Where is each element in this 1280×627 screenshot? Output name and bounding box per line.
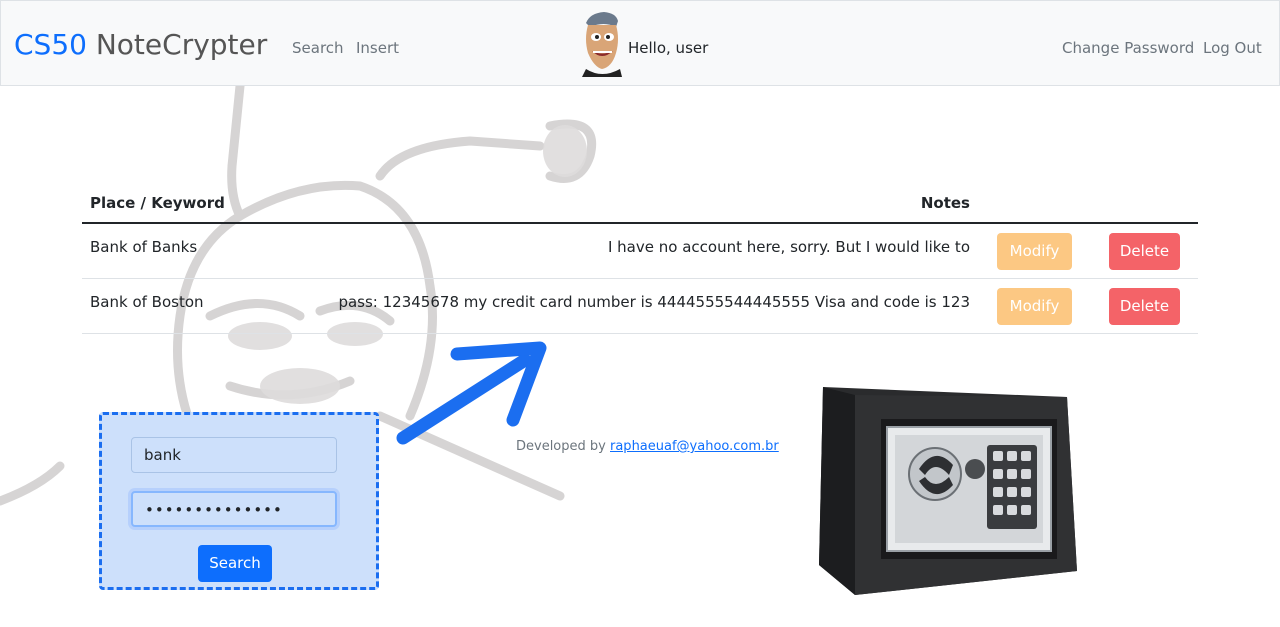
arrow-up-right-icon (396, 341, 547, 445)
modify-button[interactable]: Modify (997, 233, 1072, 270)
logout-link[interactable]: Log Out (1203, 38, 1262, 58)
cell-notes: pass: 12345678 my credit card number is … (338, 293, 970, 311)
cell-place: Bank of Boston (90, 293, 204, 311)
user-greeting: Hello, user (628, 39, 709, 57)
cell-notes: I have no account here, sorry. But I wou… (607, 238, 970, 256)
modify-button[interactable]: Modify (997, 288, 1072, 325)
navbar: CS50 NoteCrypter Search Insert Hello, us… (0, 0, 1280, 86)
password-input[interactable]: •••••••••••••• (131, 491, 337, 527)
brand-name: NoteCrypter (95, 28, 268, 61)
delete-button[interactable]: Delete (1109, 288, 1180, 325)
table-row: Bank of Banks I have no account here, so… (82, 224, 1198, 279)
notes-table: Place / Keyword Notes Bank of Banks I ha… (82, 186, 1198, 334)
nav-insert-link[interactable]: Insert (356, 38, 399, 58)
header-place: Place / Keyword (90, 194, 225, 212)
footer: Developed by raphaeuaf@yahoo.com.br (516, 438, 779, 456)
search-panel: bank •••••••••••••• Search (99, 412, 379, 590)
table-row: Bank of Boston pass: 12345678 my credit … (82, 279, 1198, 334)
search-button[interactable]: Search (198, 545, 272, 582)
change-password-link[interactable]: Change Password (1062, 38, 1194, 58)
delete-button[interactable]: Delete (1109, 233, 1180, 270)
brand-logo[interactable]: CS50 NoteCrypter (14, 27, 267, 63)
brand-cs50: CS50 (14, 28, 87, 61)
nav-search-link[interactable]: Search (292, 38, 344, 58)
safe-illustration (819, 387, 1077, 595)
header-notes: Notes (920, 194, 970, 212)
avatar (582, 12, 622, 77)
footer-prefix: Developed by (516, 439, 606, 454)
table-header: Place / Keyword Notes (82, 186, 1198, 224)
cell-place: Bank of Banks (90, 238, 198, 256)
footer-email-link[interactable]: raphaeuaf@yahoo.com.br (610, 439, 779, 454)
keyword-input[interactable]: bank (131, 437, 337, 473)
